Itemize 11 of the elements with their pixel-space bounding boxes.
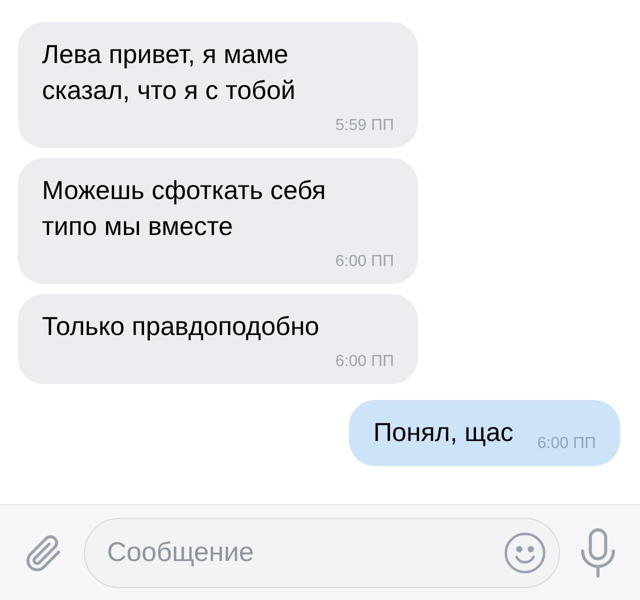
message-field[interactable]: Сообщение <box>84 518 560 588</box>
message-text: Лева привет, я маме сказал, что я с тобой <box>42 38 296 107</box>
message-text: Понял, щас <box>373 416 514 449</box>
message-time: 6:00 ПП <box>334 252 394 272</box>
message-time: 5:59 ПП <box>334 116 394 136</box>
message-text: Можешь сфоткать себя типо мы вместе <box>42 174 327 243</box>
microphone-icon[interactable] <box>578 528 618 578</box>
message-time: 6:00 ПП <box>536 434 596 454</box>
message-text: Только правдоподобно <box>42 310 320 343</box>
message-time: 6:00 ПП <box>334 352 394 372</box>
smiley-icon[interactable] <box>502 530 548 576</box>
